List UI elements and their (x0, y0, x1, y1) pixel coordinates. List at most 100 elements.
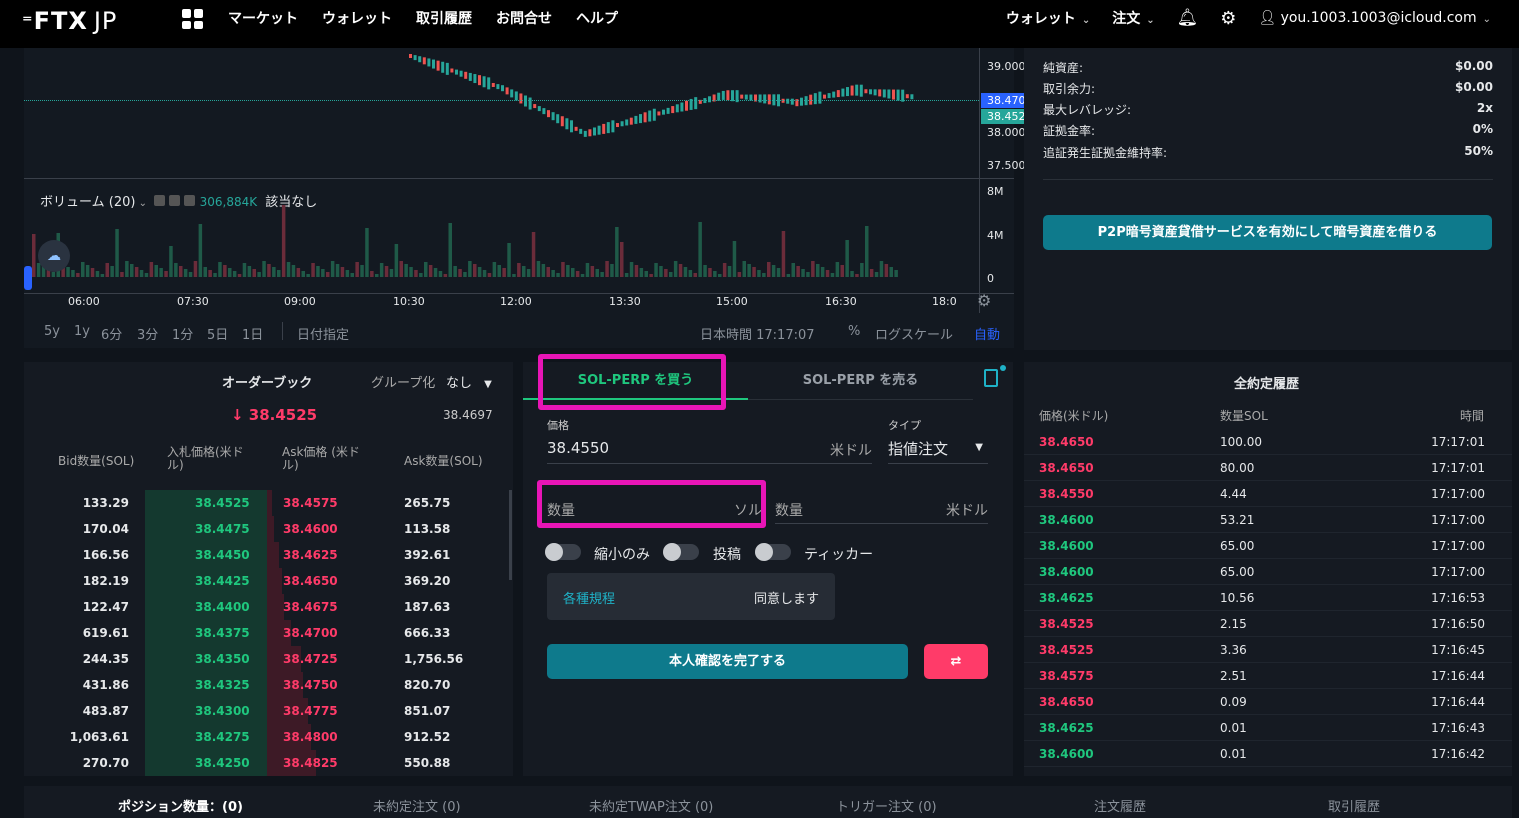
orderbook-title: オーダーブック (222, 376, 313, 391)
candle (818, 91, 822, 104)
candle (422, 57, 426, 65)
tab-positions[interactable]: ポジション数量：(0) (118, 796, 243, 815)
complete-kyc-button[interactable]: 本人確認を完了する (547, 644, 908, 679)
tab-trade-history[interactable]: 取引履歴 (1328, 796, 1380, 815)
bell-icon[interactable]: 🔔︎ (1177, 8, 1199, 28)
range-5y[interactable]: 5y (44, 324, 60, 339)
nav-link-markets[interactable]: マーケット (228, 8, 298, 28)
reduce-only-toggle[interactable] (545, 543, 581, 561)
swap-direction-button[interactable]: ⇄ (924, 644, 988, 679)
candle (685, 100, 688, 111)
volume-bar (433, 268, 438, 277)
volume-bar (443, 274, 448, 277)
tab-trigger-orders[interactable]: トリガー注文 (0) (836, 796, 937, 815)
ftx-logo[interactable]: ⁼FTX JP (22, 7, 117, 35)
wallet-dropdown[interactable]: ウォレット ⌄ (1006, 8, 1090, 28)
bid-qty: 619.61 (82, 626, 129, 640)
bid-price: 38.4425 (195, 574, 250, 588)
tab-order-history[interactable]: 注文履歴 (1094, 796, 1146, 815)
ticker-toggle[interactable] (755, 543, 791, 561)
orderbook-row[interactable]: 483.87 38.4300 38.4775 851.07 (24, 698, 513, 724)
candle (832, 91, 836, 98)
tab-open-orders[interactable]: 未約定注文 (0) (373, 796, 461, 815)
candle (593, 127, 596, 136)
auto-scale-toggle[interactable]: 自動 (974, 324, 1000, 343)
orderbook-row[interactable]: 122.47 38.4400 38.4675 187.63 (24, 594, 513, 620)
candle (758, 94, 762, 103)
volume-bar (526, 269, 531, 277)
volume-bar (365, 228, 369, 277)
date-range-button[interactable]: 日付指定 (297, 324, 349, 343)
trade-time: 17:17:00 (1431, 565, 1485, 579)
user-menu[interactable]: 👤︎ you.1003.1003@icloud.com ⌄ (1258, 10, 1491, 26)
candle (859, 84, 863, 97)
volume-bar (183, 269, 188, 277)
trades-title: 全約定履歴 (1234, 377, 1300, 392)
agree-button[interactable]: 同意します (754, 588, 819, 607)
orders-dropdown[interactable]: 注文 ⌄ (1112, 8, 1154, 28)
volume-bar (272, 267, 276, 277)
nav-link-contact[interactable]: お問合せ (496, 8, 552, 28)
tab-sell[interactable]: SOL-PERP を売る (748, 362, 973, 400)
bid-qty: 270.70 (82, 756, 129, 770)
tab-twap-orders[interactable]: 未約定TWAP注文 (0) (589, 796, 713, 815)
volume-bar (277, 270, 281, 277)
trade-row: 38.4650 0.09 17:16:44 (1024, 689, 1512, 715)
price-input[interactable]: 38.4550 米ドル (547, 432, 872, 464)
nav-link-wallet[interactable]: ウォレット (322, 8, 392, 28)
range-3m[interactable]: 3分 (137, 324, 158, 343)
volume-bar (649, 274, 653, 277)
orderbook-row[interactable]: 133.29 38.4525 38.4575 265.75 (24, 490, 513, 516)
orderbook-scrollbar[interactable] (509, 490, 512, 580)
chart-scroll-handle[interactable] (24, 266, 32, 290)
volume-bar (889, 267, 893, 277)
enable-p2p-lending-button[interactable]: P2P暗号資産貸借サービスを有効にして暗号資産を借りる (1043, 215, 1492, 250)
app-grid-icon[interactable] (182, 9, 203, 29)
volume-bar (507, 243, 511, 277)
group-value: なし (446, 376, 473, 391)
volume-bar (590, 266, 595, 277)
orderbook-row[interactable]: 1,063.61 38.4275 38.4800 912.52 (24, 724, 513, 750)
gear-icon[interactable]: ⚙ (1220, 8, 1236, 29)
volume-bar (767, 262, 771, 277)
chart-settings-gear-icon[interactable]: ⚙ (977, 291, 991, 310)
terms-box: 各種規程 同意します (547, 573, 835, 620)
volume-bar (384, 266, 389, 277)
price-chart[interactable]: 39.0000 38.0000 37.5000 38.4700 38.4525 … (24, 48, 1037, 348)
orderbook-row[interactable]: 166.56 38.4450 38.4625 392.61 (24, 542, 513, 568)
orderbook-row[interactable]: 244.35 38.4350 38.4725 1,756.56 (24, 646, 513, 672)
trade-row: 38.4600 65.00 17:17:00 (1024, 559, 1512, 585)
nav-link-help[interactable]: ヘルプ (576, 8, 618, 28)
orderbook-row[interactable]: 170.04 38.4475 38.4600 113.58 (24, 516, 513, 542)
candle (524, 95, 527, 107)
quantity-usd-input[interactable]: 数量 米ドル (775, 492, 988, 524)
post-only-toggle[interactable] (663, 543, 699, 561)
group-select[interactable]: なし ▼ (446, 372, 492, 391)
calculator-icon[interactable] (984, 369, 998, 387)
candle (878, 89, 882, 97)
range-1d[interactable]: 1日 (242, 324, 263, 343)
candle (740, 94, 744, 99)
range-5d[interactable]: 5日 (207, 324, 228, 343)
mark-price: 38.4697 (443, 408, 493, 422)
orderbook-row[interactable]: 619.61 38.4375 38.4700 666.33 (24, 620, 513, 646)
account-value: $0.00 (1455, 59, 1493, 73)
nav-link-history[interactable]: 取引履歴 (416, 8, 472, 28)
range-1y[interactable]: 1y (74, 324, 90, 339)
tradingview-logo-icon[interactable]: ☁ (38, 240, 70, 272)
log-scale-toggle[interactable]: ログスケール (875, 324, 953, 343)
orderbook-row[interactable]: 431.86 38.4325 38.4750 820.70 (24, 672, 513, 698)
trade-time: 17:16:45 (1431, 643, 1485, 657)
orderbook-row[interactable]: 270.70 38.4250 38.4825 550.88 (24, 750, 513, 776)
orderbook-row[interactable]: 182.19 38.4425 38.4650 369.20 (24, 568, 513, 594)
range-6m[interactable]: 6分 (101, 324, 122, 343)
volume-bar (218, 262, 222, 277)
range-1m[interactable]: 1分 (172, 324, 193, 343)
order-type-select[interactable]: 指値注文 ▼ (888, 432, 988, 464)
timezone-label[interactable]: 日本時間 17:17:07 (700, 324, 815, 343)
volume-axis-label: 4M (987, 229, 1004, 242)
terms-link[interactable]: 各種規程 (563, 588, 615, 607)
percent-toggle[interactable]: % (848, 324, 860, 339)
candle (496, 84, 500, 90)
volume-bar (835, 262, 840, 277)
